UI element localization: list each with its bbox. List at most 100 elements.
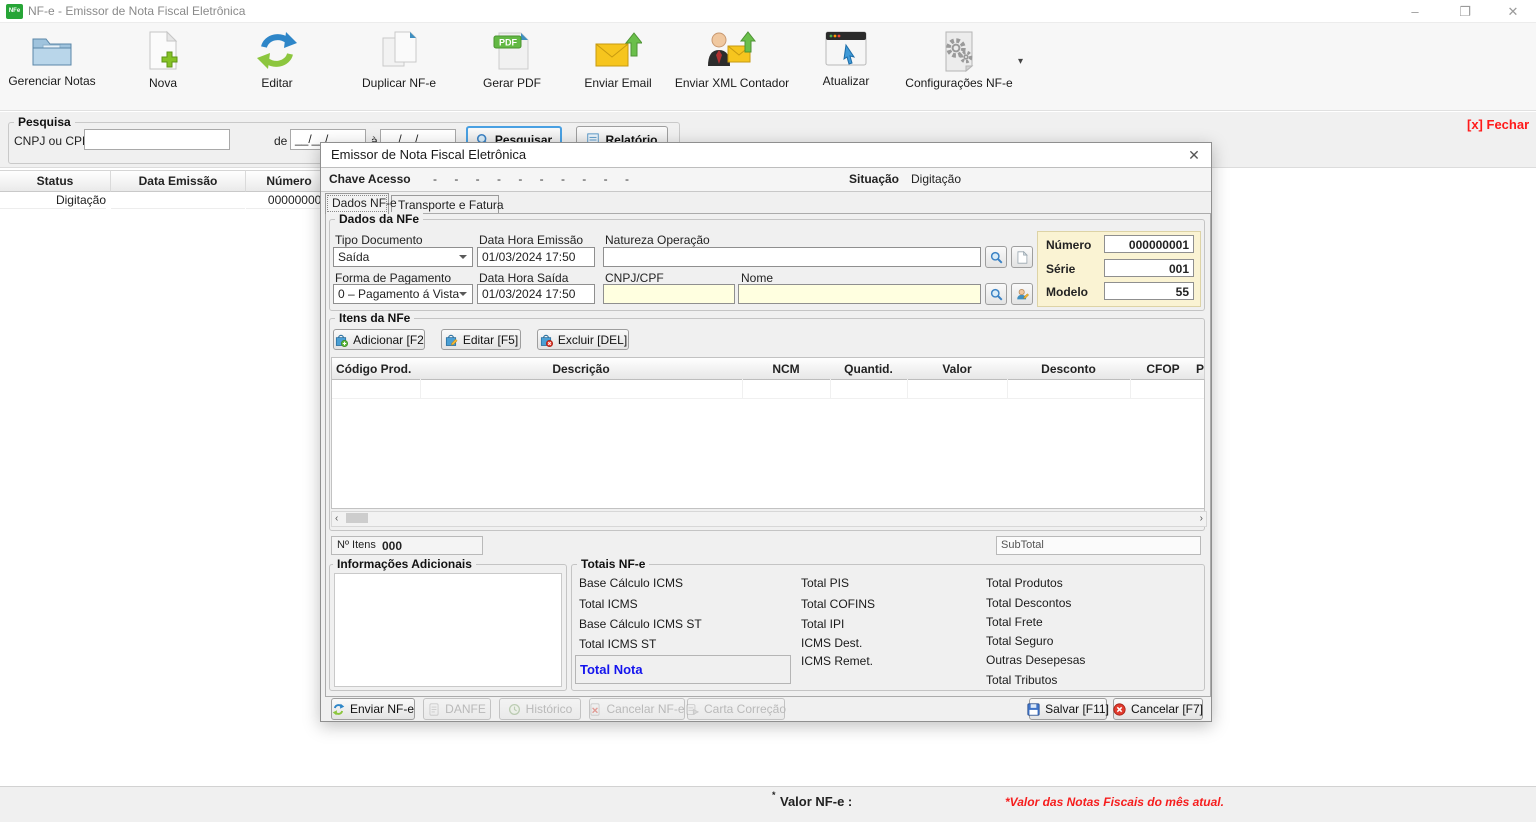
- natureza-new-button[interactable]: [1011, 246, 1033, 268]
- data-hora-saida-input[interactable]: 01/03/2024 17:50: [477, 284, 595, 304]
- cliente-search-button[interactable]: [985, 283, 1007, 305]
- dialog-title-bar: Emissor de Nota Fiscal Eletrônica ✕: [321, 143, 1211, 168]
- letter-arrow-icon: [686, 702, 699, 716]
- send-refresh-icon: [332, 702, 345, 716]
- duplicate-documents-icon: [352, 30, 446, 72]
- bag-add-icon: [334, 332, 348, 347]
- scroll-thumb[interactable]: [346, 513, 368, 523]
- editar-item-button[interactable]: Editar [F5]: [441, 329, 521, 350]
- settings-icon: [904, 30, 1014, 72]
- nome-input[interactable]: [738, 284, 981, 304]
- cnpj-cpf-dialog-input[interactable]: [603, 284, 735, 304]
- tipo-documento-select[interactable]: Saída: [333, 247, 473, 267]
- cnpj-cpf-input[interactable]: [84, 129, 230, 150]
- gerenciar-notas-button[interactable]: Gerenciar Notas: [6, 28, 98, 106]
- configuracoes-nfe-button[interactable]: Configurações NF-e: [904, 28, 1014, 106]
- itens-hscrollbar[interactable]: ‹ ›: [331, 511, 1207, 527]
- dialog-close-icon[interactable]: ✕: [1183, 146, 1205, 164]
- table-row-numero[interactable]: 000000001: [246, 191, 328, 209]
- dialog-title: Emissor de Nota Fiscal Eletrônica: [331, 147, 526, 162]
- itens-col-desconto[interactable]: Desconto: [1007, 358, 1131, 380]
- salvar-button[interactable]: Salvar [F11]: [1029, 698, 1107, 720]
- total-label: Total Seguro: [986, 634, 1053, 648]
- serie-input[interactable]: 001: [1104, 259, 1194, 277]
- toolbar-label: Duplicar NF-e: [362, 76, 436, 90]
- enviar-nfe-button[interactable]: Enviar NF-e: [331, 698, 415, 720]
- app-window: NFe NF-e - Emissor de Nota Fiscal Eletrô…: [0, 0, 1536, 822]
- search-icon: [990, 287, 1003, 301]
- itens-col-valor[interactable]: Valor: [907, 358, 1008, 380]
- danfe-button[interactable]: DANFE: [423, 698, 491, 720]
- numero-input[interactable]: 000000001: [1104, 235, 1194, 253]
- adicionar-item-button[interactable]: Adicionar [F2: [333, 329, 425, 350]
- natureza-search-button[interactable]: [985, 246, 1007, 268]
- excluir-item-button[interactable]: Excluir [DEL]: [537, 329, 629, 350]
- folder-icon: [6, 30, 98, 70]
- minimize-button[interactable]: –: [1398, 0, 1432, 23]
- itens-col-ncm[interactable]: NCM: [742, 358, 831, 380]
- forma-pagamento-select[interactable]: 0 – Pagamento á Vista: [333, 284, 473, 304]
- cancelar-dialog-button[interactable]: Cancelar [F7]: [1113, 698, 1203, 720]
- scroll-left-icon[interactable]: ‹: [335, 513, 338, 525]
- natureza-operacao-input[interactable]: [603, 247, 981, 267]
- column-header-status[interactable]: Status: [0, 170, 111, 192]
- enviar-email-button[interactable]: Enviar Email: [578, 28, 658, 106]
- n-itens-panel: Nº Itens 000: [331, 536, 483, 555]
- scroll-right-icon[interactable]: ›: [1200, 513, 1203, 525]
- itens-col-descricao[interactable]: Descrição: [420, 358, 743, 380]
- table-row-status[interactable]: Digitação: [0, 191, 106, 209]
- n-itens-label: Nº Itens: [337, 539, 376, 551]
- pdf-icon: PDF: [474, 30, 550, 72]
- close-button[interactable]: ✕: [1496, 0, 1530, 23]
- chave-acesso-label: Chave Acesso: [329, 172, 411, 186]
- nova-button[interactable]: Nova: [126, 28, 200, 106]
- total-label: Base Cálculo ICMS: [579, 576, 683, 590]
- totais-legend: Totais NF-e: [577, 557, 649, 571]
- cancelar-nfe-label: Cancelar NF-e: [606, 702, 684, 716]
- tab-dados-nfe[interactable]: Dados NF-e: [325, 193, 389, 214]
- enviar-xml-contador-button[interactable]: Enviar XML Contador: [672, 28, 792, 106]
- serie-label: Série: [1046, 262, 1075, 276]
- itens-col-cfop[interactable]: CFOP: [1130, 358, 1197, 380]
- chave-acesso-value: - - - - - - - - - -: [433, 172, 629, 186]
- browser-refresh-icon: [812, 30, 880, 70]
- itens-col-partial[interactable]: Pr: [1196, 358, 1205, 380]
- cancelar-nfe-button[interactable]: Cancelar NF-e: [589, 698, 685, 720]
- itens-grid: Código Prod. Descrição NCM Quantid. Valo…: [331, 357, 1205, 509]
- historico-button[interactable]: Histórico: [499, 698, 581, 720]
- numero-label: Número: [1046, 238, 1091, 252]
- itens-col-quantid[interactable]: Quantid.: [830, 358, 908, 380]
- data-hora-emissao-label: Data Hora Emissão: [479, 233, 583, 247]
- cnpj-cpf-dialog-label: CNPJ/CPF: [605, 271, 664, 285]
- maximize-button[interactable]: ❐: [1448, 0, 1482, 23]
- itens-col-codigo[interactable]: Código Prod.: [332, 358, 425, 380]
- total-label: Base Cálculo ICMS ST: [579, 617, 702, 631]
- valor-asterisk: *: [772, 790, 776, 800]
- table-row-data-emissao[interactable]: [111, 191, 245, 209]
- dados-nfe-legend: Dados da NFe: [335, 212, 423, 226]
- cliente-edit-button[interactable]: [1011, 283, 1033, 305]
- total-label: Total Produtos: [986, 576, 1063, 590]
- column-header-data-emissao[interactable]: Data Emissão: [111, 170, 246, 192]
- toolbar-label: Gerenciar Notas: [8, 74, 95, 88]
- modelo-input[interactable]: 55: [1104, 282, 1194, 300]
- info-adicionais-textarea[interactable]: [334, 573, 562, 687]
- fechar-link[interactable]: [x] Fechar: [1467, 117, 1529, 132]
- danfe-label: DANFE: [445, 702, 486, 716]
- bag-delete-icon: [539, 332, 553, 347]
- chave-acesso-row: Chave Acesso - - - - - - - - - - Situaçã…: [321, 168, 1211, 192]
- toolbar-label: Enviar Email: [584, 76, 651, 90]
- bag-edit-icon: [444, 332, 458, 347]
- window-title: NF-e - Emissor de Nota Fiscal Eletrônica: [28, 4, 245, 18]
- modelo-label: Modelo: [1046, 285, 1088, 299]
- carta-correcao-button[interactable]: Carta Correção: [687, 698, 785, 720]
- editar-button[interactable]: Editar: [240, 28, 314, 106]
- total-label: Total ICMS: [579, 597, 638, 611]
- duplicar-nfe-button[interactable]: Duplicar NF-e: [352, 28, 446, 106]
- total-nota-label: Total Nota: [580, 662, 643, 677]
- atualizar-button[interactable]: Atualizar: [812, 28, 880, 106]
- data-hora-emissao-input[interactable]: 01/03/2024 17:50: [477, 247, 595, 267]
- gerar-pdf-button[interactable]: PDF Gerar PDF: [474, 28, 550, 106]
- toolbar-more-arrow[interactable]: ▾: [1018, 56, 1023, 67]
- adicionar-label: Adicionar [F2: [353, 333, 424, 347]
